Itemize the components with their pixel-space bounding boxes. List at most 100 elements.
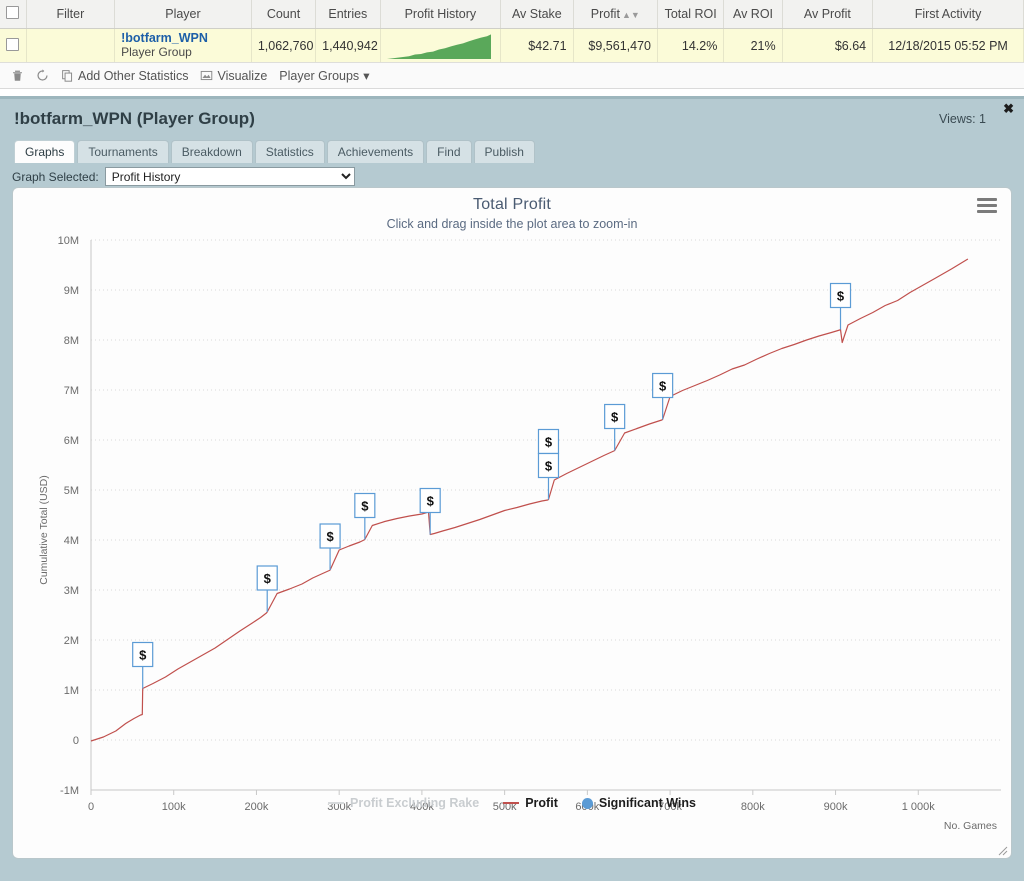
dollar-icon: $ [545,459,553,474]
select-all-checkbox[interactable] [6,6,20,19]
player-groups-dropdown[interactable]: Player Groups ▾ [276,68,372,84]
row-select-cell[interactable] [0,28,27,63]
header-player[interactable]: Player [114,0,252,29]
header-profit-history[interactable]: Profit History [380,0,502,29]
graph-select-dropdown[interactable]: Profit History [104,167,355,186]
player-type: Player Group [121,45,192,59]
profit-history-sparkline [386,33,491,59]
legend-item-significant-wins[interactable]: Significant Wins [581,796,696,810]
header-profit[interactable]: Profit ▲▼ [573,0,658,29]
significant-win-marker[interactable]: $ [256,565,278,612]
visualize-button[interactable]: Visualize [197,69,270,83]
header-filter[interactable]: Filter [26,0,116,29]
cell-entries: 1,440,942 [315,28,381,63]
tab-graphs[interactable]: Graphs [14,140,76,163]
dollar-icon: $ [326,529,334,544]
significant-win-marker[interactable]: $ [319,523,341,570]
profit-history-plot[interactable]: -1M01M2M3M4M5M6M7M8M9M10M 0 100k 200k 300k 4… [13,230,1013,830]
tab-statistics[interactable]: Statistics [254,140,325,163]
dollar-icon: $ [361,499,369,514]
header-total-roi[interactable]: Total ROI [657,0,725,29]
significant-win-marker[interactable]: $ [354,492,376,540]
visualize-label: Visualize [217,68,268,83]
significant-win-marker[interactable]: $$ [537,428,560,500]
dollar-icon: $ [139,648,147,663]
refresh-icon [37,69,48,81]
header-count[interactable]: Count [251,0,317,29]
y-tick-label: 5M [64,485,79,497]
header-av-profit[interactable]: Av Profit [782,0,874,29]
y-tick-label: 9M [64,285,79,297]
tab-tournaments[interactable]: Tournaments [77,140,169,163]
dollar-icon: $ [611,410,619,425]
panel-header: !botfarm_WPN (Player Group) Views: 1 ✖ [0,99,1024,139]
header-av-roi[interactable]: Av ROI [723,0,783,29]
dollar-icon: $ [659,379,667,394]
hamburger-bar [977,204,997,207]
legend-item-profit-excluding-rake[interactable]: Profit Excluding Rake [328,796,479,810]
tab-bar: Graphs Tournaments Breakdown Statistics … [0,139,1024,163]
graph-select-row: Graph Selected: Profit History [0,163,1024,190]
row-checkbox[interactable] [6,37,20,51]
page-title: !botfarm_WPN (Player Group) [14,109,255,128]
add-other-statistics-button[interactable]: Add Other Statistics [58,69,191,83]
cell-total-roi: 14.2% [657,28,725,63]
chart-title: Total Profit [473,196,551,213]
chart-menu-icon[interactable] [977,198,997,216]
trash-icon [13,70,22,81]
header-av-stake[interactable]: Av Stake [500,0,574,29]
copy-icon [62,70,73,82]
resize-handle-icon[interactable] [998,846,1008,856]
chart-legend: Profit Excluding Rake Profit Significant… [13,796,1011,810]
dollar-icon: $ [837,289,845,304]
cell-filter [26,28,116,63]
legend-label-profit-excluding-rake: Profit Excluding Rake [350,796,480,810]
significant-win-markers[interactable]: $$$$ $$$$$$ [132,282,852,689]
views-count: Views: 1 [938,112,986,126]
table-row[interactable]: !botfarm_WPN Player Group 1,062,760 1,44… [0,28,1024,63]
delete-button[interactable] [8,69,27,82]
y-tick-label: 2M [64,635,79,647]
y-axis-title: Cumulative Total (USD) [38,475,50,585]
y-tick-label: 4M [64,535,79,547]
refresh-button[interactable] [33,69,52,82]
cell-player[interactable]: !botfarm_WPN Player Group [114,28,252,63]
significant-win-marker[interactable]: $ [132,641,154,689]
y-axis: -1M01M2M3M4M5M6M7M8M9M10M [58,235,92,797]
header-first-activity[interactable]: First Activity [872,0,1024,29]
y-tick-label: 0 [73,735,79,747]
tab-find[interactable]: Find [426,140,472,163]
legend-label-significant-wins: Significant Wins [598,796,696,810]
close-icon[interactable]: ✖ [1003,102,1014,115]
significant-win-marker[interactable]: $ [419,487,441,535]
cell-av-profit: $6.64 [782,28,874,63]
cell-count: 1,062,760 [251,28,317,63]
cell-profit: $9,561,470 [573,28,658,63]
chevron-down-icon: ▾ [363,69,370,83]
legend-item-profit[interactable]: Profit [503,796,558,810]
sort-arrows-icon: ▲▼ [621,10,640,20]
dollar-icon: $ [264,571,272,586]
y-tick-label: 3M [64,585,79,597]
y-tick-label: 10M [58,235,79,247]
tab-publish[interactable]: Publish [473,140,535,163]
y-tick-label: 6M [64,435,79,447]
header-select-all[interactable] [0,0,27,29]
tab-achievements[interactable]: Achievements [326,140,425,163]
player-link[interactable]: !botfarm_WPN [121,32,245,45]
add-other-statistics-label: Add Other Statistics [78,68,189,83]
cell-profit-history [380,28,502,63]
significant-win-marker[interactable]: $ [829,282,852,330]
cell-av-roi: 21% [723,28,783,63]
significant-win-marker[interactable]: $ [604,403,626,451]
tab-breakdown[interactable]: Breakdown [170,140,253,163]
legend-label-profit: Profit [525,796,558,810]
dollar-icon: $ [427,494,435,509]
significant-win-marker[interactable]: $ [652,372,674,420]
action-toolbar: Add Other Statistics Visualize Player Gr… [0,63,1024,89]
cell-av-stake: $42.71 [500,28,574,63]
header-entries[interactable]: Entries [315,0,381,29]
detail-panel: !botfarm_WPN (Player Group) Views: 1 ✖ G… [0,96,1024,881]
chart-card: Total Profit Click and drag inside the p… [12,187,1012,859]
cell-first-activity: 12/18/2015 05:52 PM [872,28,1024,63]
